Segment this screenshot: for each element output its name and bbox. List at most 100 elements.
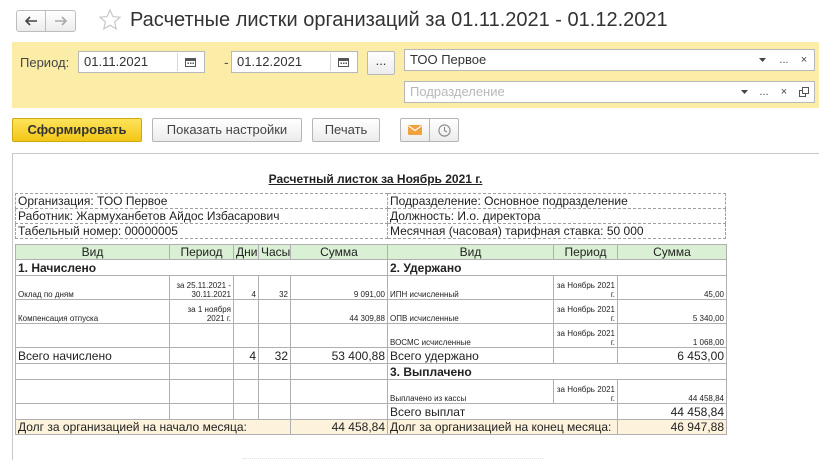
empty-cell bbox=[15, 403, 170, 420]
empty-cell bbox=[290, 323, 388, 348]
empty-cell bbox=[169, 323, 234, 348]
mail-icon bbox=[408, 125, 422, 135]
accrued-sum: 9 091,00 bbox=[290, 275, 388, 300]
clock-icon bbox=[437, 123, 451, 137]
section-withheld: 2. Удержано bbox=[387, 259, 727, 276]
empty-cell bbox=[233, 403, 259, 420]
period-select-button[interactable]: ... bbox=[367, 51, 395, 75]
paid-total-sum: 44 458,84 bbox=[617, 403, 727, 420]
accrued-days bbox=[233, 299, 259, 324]
department-clear-button[interactable]: × bbox=[775, 83, 793, 101]
accrued-name: Оклад по дням bbox=[15, 275, 170, 300]
organization-value: ТОО Первое bbox=[410, 52, 487, 67]
empty-cell bbox=[169, 347, 234, 364]
organization-field[interactable]: ТОО Первое ... × bbox=[404, 49, 815, 71]
empty-cell bbox=[15, 323, 170, 348]
paid-period: за Ноябрь 2021 г. bbox=[553, 379, 618, 404]
header-sum: Сумма bbox=[290, 244, 388, 260]
date-to-field[interactable]: 01.12.2021 bbox=[231, 51, 358, 73]
department-select-button[interactable]: ... bbox=[755, 83, 773, 101]
debt-row: Долг за организацией на начало месяца: 4… bbox=[15, 419, 727, 435]
paid-total-row: Всего выплат 44 458,84 bbox=[15, 403, 727, 420]
show-settings-button[interactable]: Показать настройки bbox=[152, 118, 302, 142]
withheld-sum: 5 340,00 bbox=[617, 299, 727, 324]
withheld-name: ОПВ исчисленные bbox=[387, 299, 554, 324]
dropdown-arrow-icon bbox=[758, 58, 766, 62]
empty-cell bbox=[553, 347, 618, 364]
calendar-icon bbox=[338, 58, 349, 67]
empty-cell bbox=[233, 363, 259, 380]
accrued-sum: 44 309,88 bbox=[290, 299, 388, 324]
filter-panel: Период: 01.11.2021 - 01.12.2021 ... ТОО … bbox=[12, 42, 819, 108]
send-email-button[interactable] bbox=[400, 118, 430, 142]
generate-button[interactable]: Сформировать bbox=[12, 118, 142, 142]
date-from-value: 01.11.2021 bbox=[84, 54, 149, 69]
section-accrued: 1. Начислено bbox=[15, 259, 388, 276]
total-withheld-sum: 6 453,00 bbox=[617, 347, 727, 364]
empty-cell bbox=[15, 363, 170, 380]
info-position: Должность: И.о. директора bbox=[387, 208, 726, 224]
accrued-hours bbox=[258, 299, 291, 324]
info-employee: Работник: Жармуханбетов Айдос Избасарови… bbox=[15, 208, 388, 224]
empty-cell bbox=[233, 379, 259, 404]
table-row: ВОСМС исчисленные за Ноябрь 2021 г. 1 06… bbox=[15, 323, 727, 348]
section-paid: 3. Выплачено bbox=[387, 363, 727, 380]
header-vid-2: Вид bbox=[387, 244, 554, 260]
total-accrued-sum: 53 400,88 bbox=[290, 347, 388, 364]
empty-cell bbox=[258, 403, 291, 420]
accrued-days: 4 bbox=[233, 275, 259, 300]
withheld-sum: 45,00 bbox=[617, 275, 727, 300]
table-row: Компенсация отпуска за 1 ноября 2021 г. … bbox=[15, 299, 727, 324]
header-period: Период bbox=[169, 244, 234, 260]
title-bar: Расчетные листки организаций за 01.11.20… bbox=[0, 0, 819, 42]
date-from-calendar-button[interactable] bbox=[177, 53, 203, 71]
organization-clear-button[interactable]: × bbox=[795, 51, 813, 69]
paid-sum: 44 458,84 bbox=[617, 379, 727, 404]
department-dropdown-button[interactable] bbox=[735, 83, 753, 101]
organization-select-button[interactable]: ... bbox=[775, 51, 793, 69]
report-title: Расчетный листок за Ноябрь 2021 г. bbox=[268, 172, 483, 186]
empty-cell bbox=[290, 363, 388, 380]
section-row: 1. Начислено 2. Удержано bbox=[15, 259, 727, 276]
empty-cell bbox=[233, 323, 259, 348]
header-period-2: Период bbox=[553, 244, 618, 260]
withheld-period: за Ноябрь 2021 г. bbox=[553, 323, 618, 348]
debt-end-label: Долг за организацией на конец месяца: bbox=[387, 419, 618, 435]
debt-start-sum: 44 458,84 bbox=[290, 419, 388, 435]
total-withheld-label: Всего удержано bbox=[387, 347, 554, 364]
header-vid: Вид bbox=[15, 244, 170, 260]
employee-info-table: Организация: ТОО Первое Подразделение: О… bbox=[15, 193, 726, 239]
total-accrued-hours: 32 bbox=[258, 347, 291, 364]
organization-dropdown-button[interactable] bbox=[753, 51, 771, 69]
empty-cell bbox=[258, 379, 291, 404]
debt-end-sum: 46 947,88 bbox=[617, 419, 727, 435]
section-row: 3. Выплачено bbox=[15, 363, 727, 380]
schedule-button[interactable] bbox=[429, 118, 459, 142]
date-from-field[interactable]: 01.11.2021 bbox=[78, 51, 205, 73]
accrued-period: за 25.11.2021 - 30.11.2021 bbox=[169, 275, 234, 300]
department-field[interactable]: Подразделение ... × bbox=[404, 81, 815, 103]
empty-cell bbox=[258, 363, 291, 380]
arrow-left-icon bbox=[24, 16, 37, 26]
empty-cell bbox=[290, 403, 388, 420]
forward-button[interactable] bbox=[46, 10, 76, 32]
empty-cell bbox=[169, 379, 234, 404]
paid-total-label: Всего выплат bbox=[387, 403, 618, 420]
dropdown-arrow-icon bbox=[740, 90, 748, 94]
info-department: Подразделение: Основное подразделение bbox=[387, 193, 726, 209]
date-to-calendar-button[interactable] bbox=[330, 53, 356, 71]
arrow-right-icon bbox=[54, 16, 67, 26]
info-tab-number: Табельный номер: 00000005 bbox=[15, 223, 388, 239]
date-separator: - bbox=[224, 54, 229, 70]
date-to-value: 01.12.2021 bbox=[237, 54, 303, 69]
star-icon[interactable] bbox=[98, 8, 122, 32]
print-button[interactable]: Печать bbox=[312, 118, 380, 142]
withheld-period: за Ноябрь 2021 г. bbox=[553, 275, 618, 300]
back-button[interactable] bbox=[16, 10, 46, 32]
accrued-period: за 1 ноября 2021 г. bbox=[169, 299, 234, 324]
copy-icon bbox=[799, 87, 809, 97]
department-open-button[interactable] bbox=[795, 83, 813, 101]
info-organization: Организация: ТОО Первое bbox=[15, 193, 388, 209]
withheld-name: ИПН исчисленный bbox=[387, 275, 554, 300]
table-row: Оклад по дням за 25.11.2021 - 30.11.2021… bbox=[15, 275, 727, 300]
